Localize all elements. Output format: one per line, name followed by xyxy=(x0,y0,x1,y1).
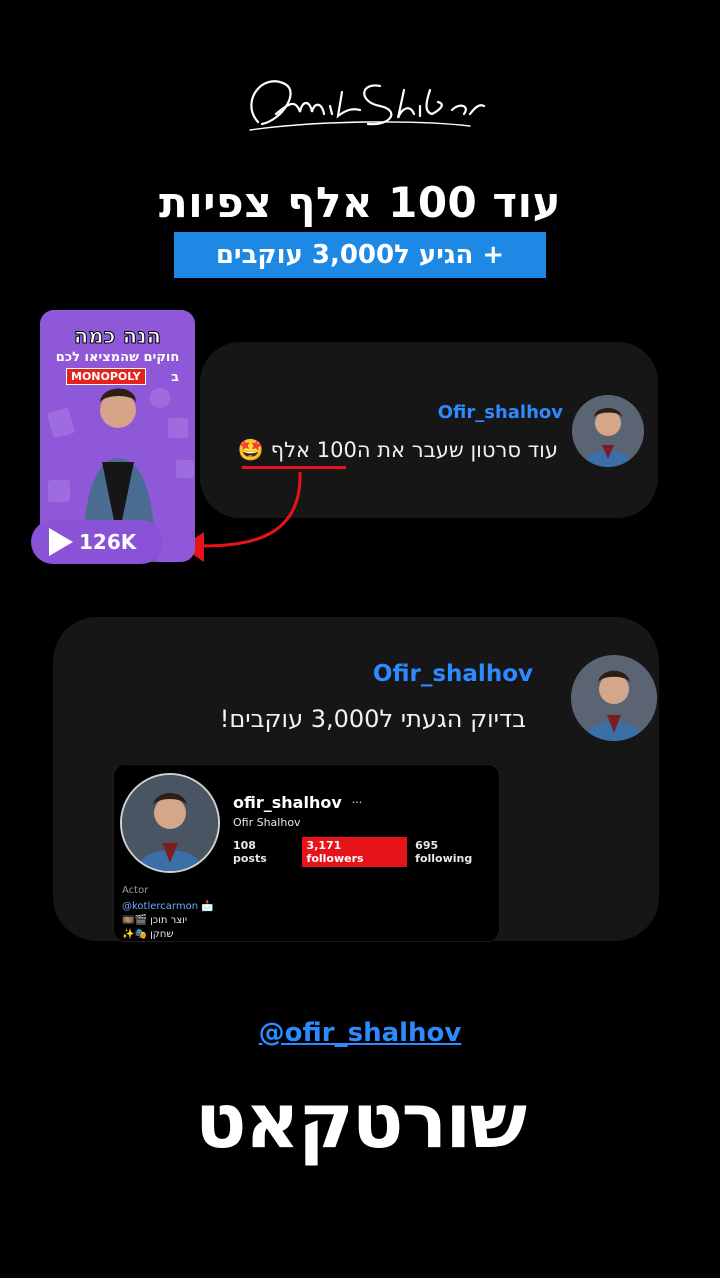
followers-count[interactable]: 3,171 followers xyxy=(301,837,408,867)
footer-brand-logo: שורטקאט xyxy=(194,1076,527,1165)
view-count: 126K xyxy=(79,530,137,554)
message-2-username[interactable]: Ofir_shalhov xyxy=(373,661,533,687)
following-count[interactable]: 695 following xyxy=(415,839,499,865)
profile-name: Ofir Shalhov xyxy=(233,816,301,829)
bio-mention-link[interactable]: @kotlercarmon 📩 xyxy=(122,901,214,912)
subheadline-badge: + הגיע ל3,000 עוקבים xyxy=(174,232,546,278)
bio-category: Actor xyxy=(122,885,149,896)
headline: עוד 100 אלף צפיות xyxy=(159,178,561,227)
threads-handle[interactable]: @ofir_shalhov xyxy=(259,1018,462,1048)
instagram-profile-card: ofir_shalhov ··· Ofir Shalhov 108 posts … xyxy=(113,764,500,942)
thumbnail-subtitle-2: ב xyxy=(171,370,179,385)
message-1-username[interactable]: Ofir_shalhov xyxy=(438,402,563,423)
monopoly-logo: MONOPOLY xyxy=(66,368,146,385)
profile-handle: ofir_shalhov xyxy=(233,793,342,812)
threads-link[interactable]: @ofir_shalhov xyxy=(0,1018,720,1048)
thumbnail-subtitle: חוקים שהמציאו לכם xyxy=(55,350,180,365)
profile-avatar[interactable] xyxy=(120,773,220,873)
more-options-icon[interactable]: ··· xyxy=(352,796,363,809)
avatar[interactable] xyxy=(572,395,644,467)
play-icon xyxy=(49,528,73,556)
message-1-text: עוד סרטון שעבר את ה100 אלף 🤩 xyxy=(237,438,558,462)
avatar[interactable] xyxy=(571,655,657,741)
signature-logo xyxy=(249,80,486,131)
bio-line: יוצר תוכן 🎬🎞️ xyxy=(122,915,188,926)
bio-line: שחקן 🎭✨ xyxy=(122,929,174,940)
message-2-text: בדיוק הגעתי ל3,000 עוקבים! xyxy=(219,705,526,733)
view-count-badge: 126K xyxy=(31,520,163,564)
posts-count[interactable]: 108 posts xyxy=(233,839,294,865)
thumbnail-title: הנה כמה xyxy=(73,324,162,349)
